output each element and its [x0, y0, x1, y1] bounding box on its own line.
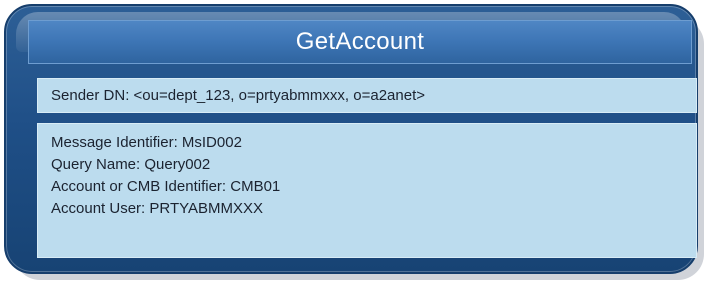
account-user: Account User: PRTYABMMXXX [51, 200, 264, 217]
query-name: Query Name: Query002 [51, 156, 211, 173]
message-identifier: Message Identifier: MsID002 [51, 134, 242, 151]
message-title: GetAccount [295, 28, 425, 55]
title-band: GetAccount [28, 20, 692, 64]
sender-dn: Sender DN: <ou=dept_123, o=prtyabmmxxx, … [51, 86, 425, 104]
account-or-cmb-identifier: Account or CMB Identifier: CMB01 [51, 178, 281, 195]
message-body-box: Message Identifier: MsID002 Query Name: … [37, 123, 697, 258]
sender-box: Sender DN: <ou=dept_123, o=prtyabmmxxx, … [37, 78, 697, 113]
